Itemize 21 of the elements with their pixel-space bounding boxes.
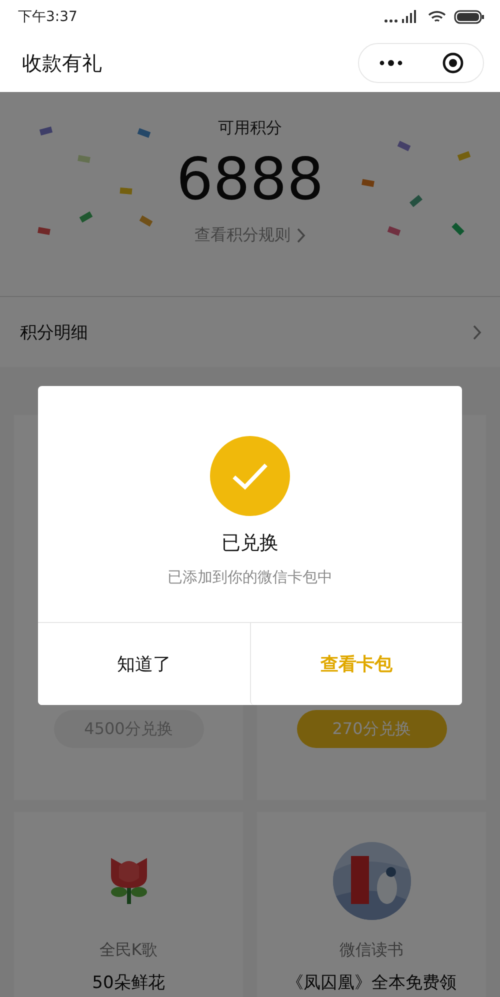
detail-label: 积分明细 bbox=[20, 322, 88, 344]
points-label: 可用积分 bbox=[218, 118, 282, 139]
brand-name: 微信读书 bbox=[340, 940, 404, 961]
more-icon[interactable] bbox=[378, 59, 402, 67]
status-time: 下午3:37 bbox=[18, 8, 78, 26]
points-value: 6888 bbox=[176, 145, 324, 213]
detail-row[interactable]: 积分明细 bbox=[0, 297, 500, 367]
chevron-icon bbox=[473, 324, 482, 340]
reward-title: 《凤囚凰》全本免费领 bbox=[286, 972, 456, 994]
battery-icon bbox=[454, 10, 484, 24]
wifi-icon bbox=[428, 10, 446, 24]
page-title: 收款有礼 bbox=[22, 50, 102, 76]
dialog-message: 已添加到你的微信卡包中 bbox=[168, 568, 332, 587]
flower-icon bbox=[108, 856, 148, 906]
check-icon bbox=[210, 436, 290, 516]
reward-title: 50朵鲜花 bbox=[92, 972, 165, 994]
chevron-icon bbox=[296, 228, 306, 243]
reward-card[interactable]: 微信读书 《凤囚凰》全本免费领 bbox=[257, 812, 486, 997]
dialog-title: 已兑换 bbox=[222, 531, 278, 556]
reward-card[interactable]: 全民K歌 50朵鲜花 bbox=[14, 812, 243, 997]
brand-name: 全民K歌 bbox=[99, 940, 158, 961]
